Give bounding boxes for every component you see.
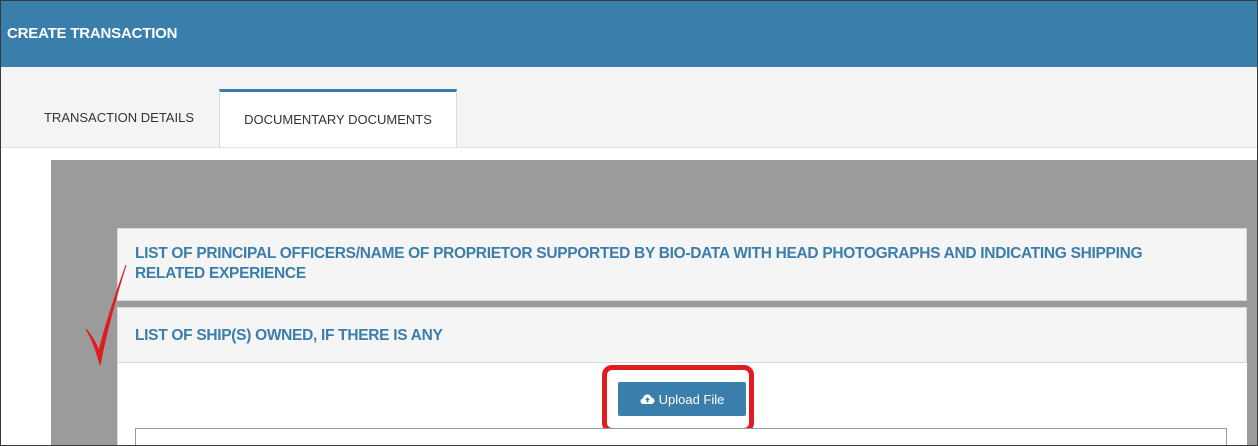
page-title: CREATE TRANSACTION [7,24,178,42]
header-bar: CREATE TRANSACTION [1,1,1257,67]
tab-bar: TRANSACTION DETAILS DOCUMENTARY DOCUMENT… [1,67,1257,148]
tab-transaction-details[interactable]: TRANSACTION DETAILS [19,89,219,146]
upload-button-label: Upload File [658,391,725,407]
section-title: LIST OF SHIP(S) OWNED, IF THERE IS ANY [135,327,443,344]
upload-file-button[interactable]: Upload File [618,382,746,416]
cloud-upload-icon [640,393,655,405]
tab-documentary-documents[interactable]: DOCUMENTARY DOCUMENTS [219,89,457,147]
section-title: LIST OF PRINCIPAL OFFICERS/NAME OF PROPR… [135,245,1143,282]
section-principal-officers[interactable]: LIST OF PRINCIPAL OFFICERS/NAME OF PROPR… [117,228,1247,301]
create-transaction-window: CREATE TRANSACTION TRANSACTION DETAILS D… [0,0,1258,446]
left-gutter [1,148,51,445]
section-ships-owned[interactable]: LIST OF SHIP(S) OWNED, IF THERE IS ANY [117,307,1247,363]
file-list-box [135,428,1227,445]
tab-label: TRANSACTION DETAILS [43,110,194,125]
tab-label: DOCUMENTARY DOCUMENTS [244,112,432,127]
